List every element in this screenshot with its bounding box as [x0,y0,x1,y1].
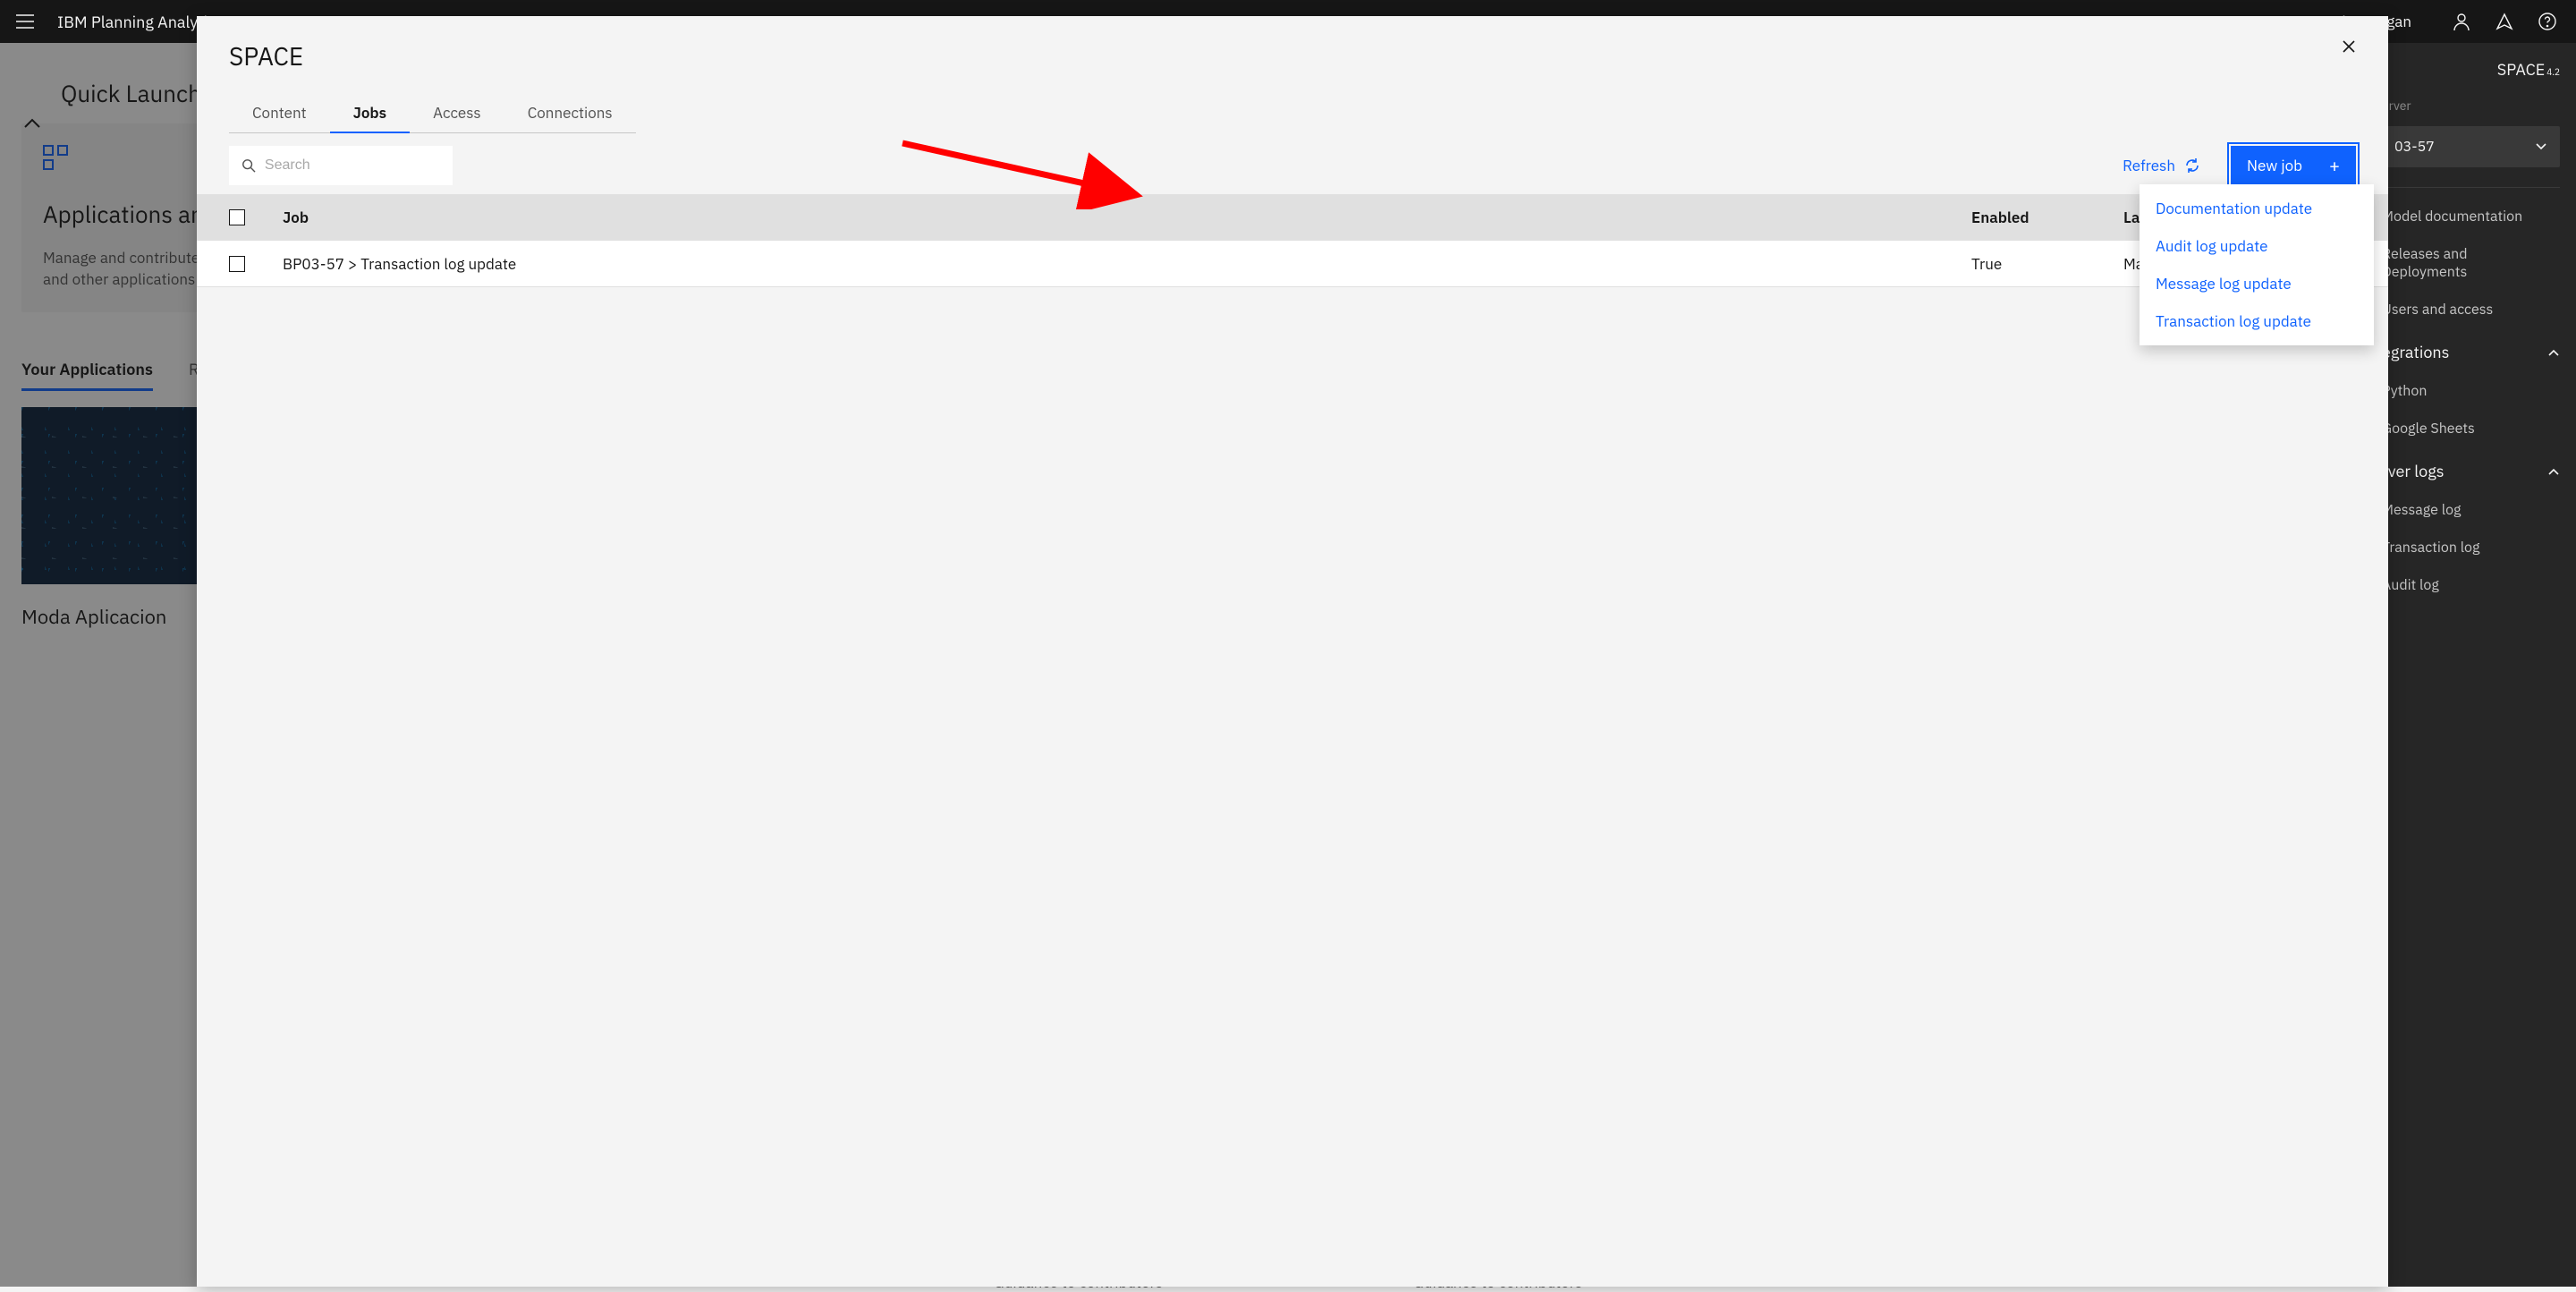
plus-icon: + [2329,157,2340,174]
user-avatar-button[interactable] [2447,7,2476,36]
side-item-audit-log[interactable]: Audit log [2382,576,2560,594]
side-section-integrations[interactable]: egrations [2382,342,2560,362]
side-section-server-logs[interactable]: rver logs [2382,461,2560,481]
server-select-value: 03-57 [2394,138,2435,156]
space-modal: SPACE Content Jobs Access Connections Re… [197,16,2388,1287]
refresh-icon [2184,157,2200,174]
side-panel-title: SPACE4.2 [2382,59,2560,80]
tab-jobs[interactable]: Jobs [330,94,411,133]
refresh-button[interactable]: Refresh [2110,147,2213,184]
jobs-toolbar: Refresh New job + [197,146,2388,185]
menu-item-audit-log-update[interactable]: Audit log update [2140,227,2374,265]
side-item-google-sheets[interactable]: Google Sheets [2382,420,2560,438]
menu-item-transaction-log-update[interactable]: Transaction log update [2140,302,2374,340]
side-item-message-log[interactable]: Message log [2382,501,2560,519]
chevron-up-icon [2547,346,2560,359]
menu-button[interactable] [14,11,36,32]
jobs-table-header: Job Enabled Last run [197,194,2388,241]
tab-access[interactable]: Access [410,94,504,133]
side-item-releases[interactable]: Releases andDeployments [2382,245,2560,281]
chevron-down-icon [2535,140,2547,153]
new-job-button[interactable]: New job + [2231,146,2356,185]
select-all-checkbox[interactable] [229,209,245,225]
menu-item-documentation-update[interactable]: Documentation update [2140,190,2374,227]
help-icon [2538,13,2556,30]
close-button[interactable] [2334,32,2363,61]
server-select[interactable]: 03-57 [2382,126,2560,167]
chevron-up-icon [2547,465,2560,478]
right-side-panel: SPACE4.2 erver 03-57 Model documentation… [2366,43,2576,1287]
row-checkbox[interactable] [229,256,245,272]
help-button[interactable] [2533,7,2562,36]
modal-title: SPACE [229,39,2388,72]
new-job-label: New job [2247,156,2302,175]
hamburger-icon [16,14,34,29]
table-row[interactable]: BP03-57 > Transaction log update True Ma… [197,241,2388,287]
tab-connections[interactable]: Connections [504,94,636,133]
side-item-users-access[interactable]: Users and access [2382,301,2560,319]
side-panel-version: 4.2 [2546,66,2560,78]
cell-job: BP03-57 > Transaction log update [283,254,1971,274]
close-icon [2342,39,2356,54]
jobs-table: Job Enabled Last run BP03-57 > Transacti… [197,194,2388,287]
col-job: Job [283,208,1971,227]
col-enabled: Enabled [1971,208,2123,227]
cell-enabled: True [1971,254,2123,274]
new-job-menu: Documentation update Audit log update Me… [2140,184,2374,345]
side-item-transaction-log[interactable]: Transaction log [2382,539,2560,557]
refresh-label: Refresh [2123,156,2175,175]
paper-plane-icon [2496,13,2513,30]
side-item-python[interactable]: Python [2382,382,2560,400]
side-item-model-doc[interactable]: Model documentation [2382,208,2560,225]
server-label: erver [2382,98,2560,114]
tab-content[interactable]: Content [229,94,330,133]
send-button[interactable] [2490,7,2519,36]
menu-item-message-log-update[interactable]: Message log update [2140,265,2374,302]
search-box[interactable] [229,146,453,185]
search-icon [242,157,256,174]
user-icon [2453,13,2470,30]
modal-tabs: Content Jobs Access Connections [229,94,2388,133]
search-input[interactable] [265,157,440,174]
